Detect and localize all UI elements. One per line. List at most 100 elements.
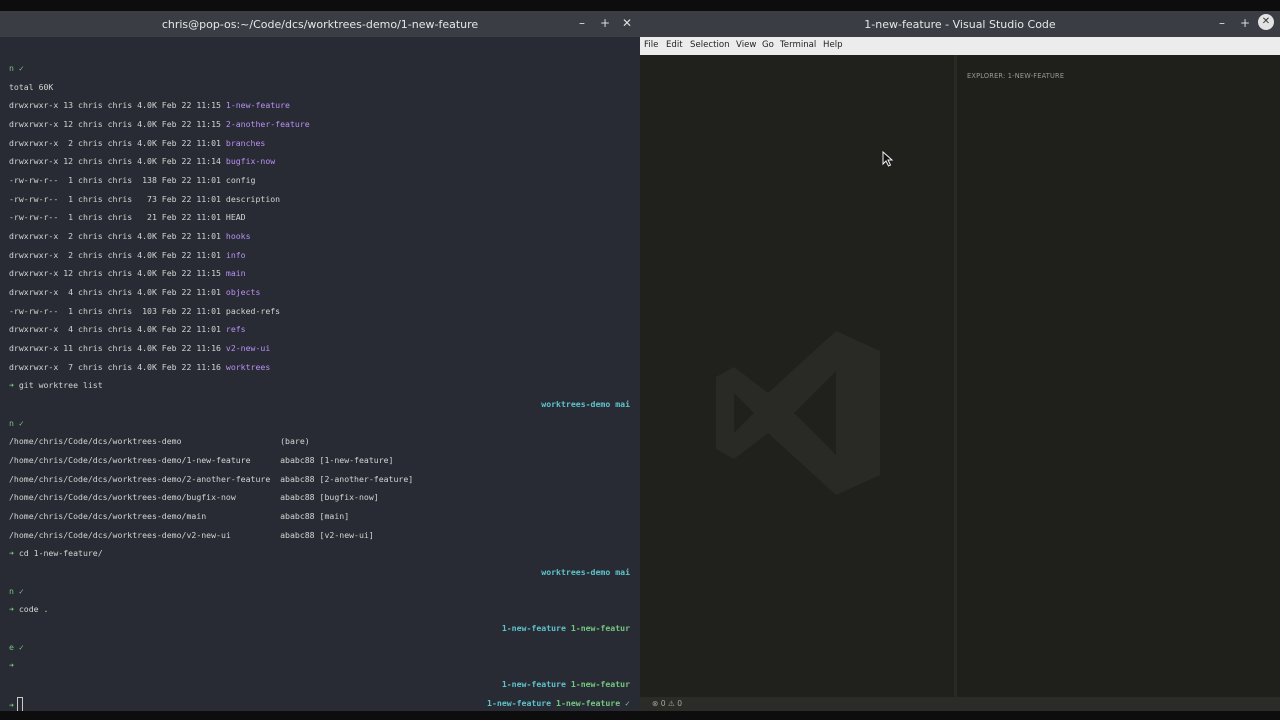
terminal-line: -rw-rw-r-- 1 chris chris 73 Feb 22 11:01…: [9, 193, 280, 205]
terminal-text: drwxrwxr-x 12 chris chris 4.0K Feb 22 11…: [9, 268, 226, 279]
terminal-window: chris@pop-os:~/Code/dcs/worktrees-demo/1…: [0, 11, 640, 711]
terminal-text: ➜: [9, 660, 14, 671]
terminal-line: drwxrwxr-x 13 chris chris 4.0K Feb 22 11…: [9, 99, 290, 111]
right-prompt-text: 1-new-feature ✓: [556, 697, 630, 708]
right-prompt-text: worktrees-demo mai: [541, 399, 630, 410]
terminal-text: ➜: [9, 380, 19, 391]
terminal-line: -rw-rw-r-- 1 chris chris 21 Feb 22 11:01…: [9, 211, 246, 223]
terminal-output[interactable]: n ✓ total 60K drwxrwxr-x 13 chris chris 4.…: [9, 37, 630, 711]
terminal-text: total 60K: [9, 81, 54, 92]
menu-edit[interactable]: Edit: [666, 40, 683, 50]
terminal-text: refs: [225, 324, 246, 335]
close-button[interactable]: ✕: [1258, 14, 1274, 30]
right-prompt-text: 1-new-feature: [487, 697, 557, 708]
terminal-line: -rw-rw-r-- 1 chris chris 103 Feb 22 11:0…: [9, 305, 280, 317]
menu-go[interactable]: Go: [762, 40, 774, 50]
right-prompt-text: 1-new-feature: [501, 623, 571, 634]
right-prompt: 1-new-feature 1-new-featur: [502, 622, 630, 634]
terminal-text: /home/chris/Code/dcs/worktrees-demo/bugf…: [9, 492, 379, 503]
terminal-line: drwxrwxr-x 11 chris chris 4.0K Feb 22 11…: [9, 342, 270, 354]
status-bar: ⊗ 0 ⚠ 0: [640, 697, 1280, 711]
terminal-line: -rw-rw-r-- 1 chris chris 138 Feb 22 11:0…: [9, 174, 255, 186]
terminal-text: /home/chris/Code/dcs/worktrees-demo (bar…: [9, 436, 310, 447]
terminal-line: /home/chris/Code/dcs/worktrees-demo (bar…: [9, 435, 310, 447]
terminal-line: /home/chris/Code/dcs/worktrees-demo/1-ne…: [9, 454, 394, 466]
right-prompt: 1-new-feature 1-new-featur: [502, 678, 630, 690]
terminal-line: ➜ code .: [9, 603, 48, 615]
terminal-text: /home/chris/Code/dcs/worktrees-demo/1-ne…: [9, 455, 394, 466]
terminal-title: chris@pop-os:~/Code/dcs/worktrees-demo/1…: [161, 18, 479, 31]
terminal-text: objects: [225, 287, 261, 298]
terminal-line: drwxrwxr-x 2 chris chris 4.0K Feb 22 11:…: [9, 249, 246, 261]
terminal-text: drwxrwxr-x 2 chris chris 4.0K Feb 22 11:…: [9, 231, 226, 242]
menu-file[interactable]: File: [644, 40, 658, 50]
terminal-text: 2-another-feature: [225, 119, 310, 129]
right-prompt-text: worktrees-demo mai: [541, 567, 630, 578]
close-button[interactable]: ✕: [618, 15, 636, 31]
menu-selection[interactable]: Selection: [690, 40, 730, 50]
problems-status[interactable]: ⊗ 0 ⚠ 0: [652, 699, 682, 708]
vscode-titlebar[interactable]: 1-new-feature - Visual Studio Code – + ✕: [640, 11, 1280, 37]
explorer-panel[interactable]: EXPLORER: 1-NEW-FEATURE: [957, 55, 1280, 697]
terminal-line: n ✓: [9, 417, 24, 429]
explorer-title: EXPLORER: 1-NEW-FEATURE: [967, 72, 1065, 80]
right-prompt: worktrees-demo mai: [541, 398, 630, 410]
terminal-text: drwxrwxr-x 4 chris chris 4.0K Feb 22 11:…: [9, 324, 226, 335]
right-prompt-text: 1-new-featur: [570, 679, 630, 690]
terminal-text: 1-new-feature: [225, 100, 290, 111]
terminal-text: drwxrwxr-x 2 chris chris 4.0K Feb 22 11:…: [9, 249, 226, 260]
terminal-line: /home/chris/Code/dcs/worktrees-demo/v2-n…: [9, 529, 374, 541]
terminal-text: info: [225, 249, 246, 260]
terminal-line: ➜: [9, 659, 14, 671]
terminal-text: n ✓: [9, 417, 24, 428]
terminal-line: /home/chris/Code/dcs/worktrees-demo/bugf…: [9, 491, 379, 503]
right-prompt: 1-new-feature 1-new-feature ✓: [487, 697, 630, 709]
terminal-line: n ✓: [9, 62, 24, 74]
terminal-text: git worktree list: [18, 380, 103, 391]
menu-help[interactable]: Help: [823, 40, 843, 50]
vscode-logo-watermark-icon: [716, 331, 880, 495]
terminal-titlebar[interactable]: chris@pop-os:~/Code/dcs/worktrees-demo/1…: [0, 11, 640, 37]
terminal-line: drwxrwxr-x 7 chris chris 4.0K Feb 22 11:…: [9, 361, 270, 373]
right-prompt: worktrees-demo mai: [541, 566, 630, 578]
terminal-line: e ✓: [9, 641, 24, 653]
terminal-text: drwxrwxr-x 12 chris chris 4.0K Feb 22 11…: [9, 156, 226, 167]
terminal-line: ➜ cd 1-new-feature/: [9, 547, 103, 559]
minimize-button[interactable]: –: [573, 15, 591, 31]
terminal-text: ➜: [9, 699, 14, 710]
terminal-text: e ✓: [9, 641, 24, 652]
minimize-button[interactable]: –: [1213, 15, 1231, 31]
terminal-line: drwxrwxr-x 2 chris chris 4.0K Feb 22 11:…: [9, 137, 265, 149]
right-prompt-text: 1-new-feature: [501, 679, 571, 690]
terminal-text: drwxrwxr-x 4 chris chris 4.0K Feb 22 11:…: [9, 287, 226, 298]
vscode-title: 1-new-feature - Visual Studio Code: [864, 18, 1056, 31]
terminal-text: main: [225, 268, 246, 279]
menu-bar: File Edit Selection View Go Terminal Hel…: [640, 37, 1280, 55]
terminal-text: drwxrwxr-x 12 chris chris 4.0K Feb 22 11…: [9, 119, 226, 129]
terminal-line: drwxrwxr-x 12 chris chris 4.0K Feb 22 11…: [9, 155, 275, 167]
terminal-text: drwxrwxr-x 13 chris chris 4.0K Feb 22 11…: [9, 100, 226, 111]
terminal-text: /home/chris/Code/dcs/worktrees-demo/main…: [9, 511, 350, 522]
maximize-button[interactable]: +: [596, 15, 614, 31]
terminal-line: drwxrwxr-x 12 chris chris 4.0K Feb 22 11…: [9, 118, 310, 130]
right-prompt-text: 1-new-featur: [570, 623, 630, 634]
menu-terminal[interactable]: Terminal: [780, 40, 816, 50]
terminal-line: /home/chris/Code/dcs/worktrees-demo/main…: [9, 510, 349, 522]
terminal-line: /home/chris/Code/dcs/worktrees-demo/2-an…: [9, 473, 413, 485]
terminal-text: -rw-rw-r-- 1 chris chris 73 Feb 22 11:01…: [9, 193, 281, 204]
menu-view[interactable]: View: [736, 40, 756, 50]
terminal-text: worktrees: [225, 361, 271, 372]
terminal-line: drwxrwxr-x 4 chris chris 4.0K Feb 22 11:…: [9, 323, 246, 335]
maximize-button[interactable]: +: [1236, 15, 1254, 31]
terminal-line: n ✓: [9, 585, 24, 597]
terminal-text: -rw-rw-r-- 1 chris chris 21 Feb 22 11:01…: [9, 212, 246, 223]
terminal-line: drwxrwxr-x 12 chris chris 4.0K Feb 22 11…: [9, 267, 246, 279]
terminal-text: branches: [225, 137, 266, 148]
terminal-text: drwxrwxr-x 11 chris chris 4.0K Feb 22 11…: [9, 343, 226, 354]
terminal-text: ➜: [9, 548, 19, 559]
terminal-text: code .: [18, 604, 49, 615]
editor-area[interactable]: [640, 55, 954, 697]
terminal-text: /home/chris/Code/dcs/worktrees-demo/v2-n…: [9, 529, 374, 540]
terminal-line: ➜: [9, 696, 23, 711]
terminal-text: -rw-rw-r-- 1 chris chris 138 Feb 22 11:0…: [9, 175, 256, 186]
